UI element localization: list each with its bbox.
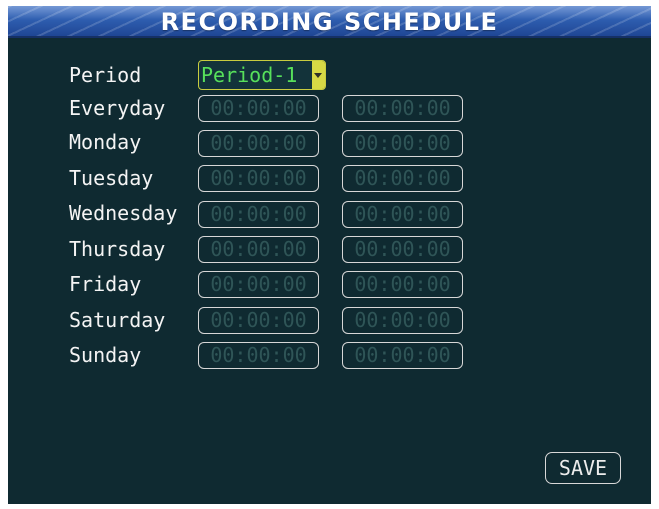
day-label-friday: Friday — [69, 272, 142, 296]
title-bar: RECORDING SCHEDULE — [8, 6, 651, 38]
day-label-thursday: Thursday — [69, 237, 166, 261]
day-label-everyday: Everyday — [69, 96, 166, 120]
sunday-end-time-field[interactable]: 00:00:00 — [342, 342, 463, 369]
thursday-start-time-field[interactable]: 00:00:00 — [198, 236, 319, 263]
sunday-start-time-field[interactable]: 00:00:00 — [198, 342, 319, 369]
save-button[interactable]: SAVE — [545, 452, 621, 484]
recording-schedule-screen: RECORDING SCHEDULE Period Period-1 Every… — [8, 6, 651, 504]
monday-end-time-field[interactable]: 00:00:00 — [342, 130, 463, 157]
page-title: RECORDING SCHEDULE — [160, 8, 499, 36]
day-label-sunday: Sunday — [69, 343, 142, 367]
wednesday-end-time-field[interactable]: 00:00:00 — [342, 201, 463, 228]
saturday-start-time-field[interactable]: 00:00:00 — [198, 307, 319, 334]
period-selected-value: Period-1 — [201, 63, 298, 87]
day-label-tuesday: Tuesday — [69, 166, 154, 190]
thursday-end-time-field[interactable]: 00:00:00 — [342, 236, 463, 263]
day-label-wednesday: Wednesday — [69, 201, 178, 225]
day-label-saturday: Saturday — [69, 308, 166, 332]
friday-end-time-field[interactable]: 00:00:00 — [342, 271, 463, 298]
period-label: Period — [69, 63, 142, 87]
period-dropdown[interactable]: Period-1 — [198, 60, 326, 90]
day-label-monday: Monday — [69, 130, 142, 154]
tuesday-end-time-field[interactable]: 00:00:00 — [342, 165, 463, 192]
monday-start-time-field[interactable]: 00:00:00 — [198, 130, 319, 157]
tuesday-start-time-field[interactable]: 00:00:00 — [198, 165, 319, 192]
chevron-down-icon[interactable] — [312, 61, 325, 89]
wednesday-start-time-field[interactable]: 00:00:00 — [198, 201, 319, 228]
friday-start-time-field[interactable]: 00:00:00 — [198, 271, 319, 298]
saturday-end-time-field[interactable]: 00:00:00 — [342, 307, 463, 334]
everyday-start-time-field[interactable]: 00:00:00 — [198, 95, 319, 122]
everyday-end-time-field[interactable]: 00:00:00 — [342, 95, 463, 122]
